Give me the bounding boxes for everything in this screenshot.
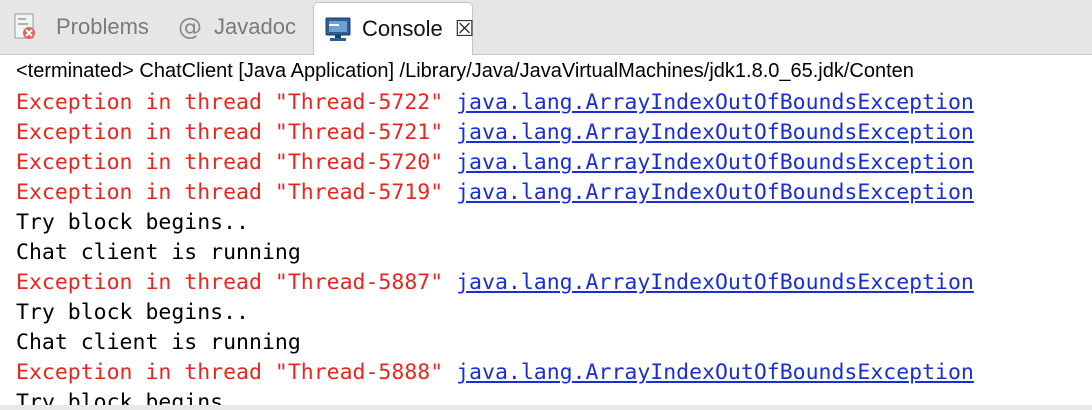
exception-message: Exception in thread "Thread-5720" — [16, 150, 457, 175]
console-error-line: Exception in thread "Thread-5888" java.l… — [16, 358, 974, 388]
exception-message: Exception in thread "Thread-5721" — [16, 120, 457, 145]
process-status-line: <terminated> ChatClient [Java Applicatio… — [16, 60, 914, 82]
tab-javadoc[interactable]: @ Javadoc — [178, 0, 296, 54]
console-output-line: Chat client is running — [16, 328, 974, 358]
exception-class-link[interactable]: java.lang.ArrayIndexOutOfBoundsException — [456, 90, 974, 115]
console-monitor-icon — [324, 16, 352, 42]
tab-console[interactable]: Console ☒ — [313, 2, 475, 55]
exception-class-link[interactable]: java.lang.ArrayIndexOutOfBoundsException — [456, 270, 974, 295]
stdout-text: Chat client is running — [16, 240, 301, 265]
console-output-line: Try block begins.. — [16, 298, 974, 328]
console-error-line: Exception in thread "Thread-5719" java.l… — [16, 178, 974, 208]
console-error-line: Exception in thread "Thread-5887" java.l… — [16, 268, 974, 298]
exception-class-link[interactable]: java.lang.ArrayIndexOutOfBoundsException — [456, 120, 974, 145]
console-output-line: Try block begins.. — [16, 388, 974, 405]
problems-icon — [14, 13, 38, 41]
tab-problems-label: Problems — [56, 14, 149, 39]
tab-javadoc-label: Javadoc — [214, 14, 296, 39]
stdout-text: Try block begins.. — [16, 210, 249, 235]
console-error-line: Exception in thread "Thread-5720" java.l… — [16, 148, 974, 178]
bottom-strip — [0, 405, 1092, 410]
stdout-text: Try block begins.. — [16, 300, 249, 325]
exception-message: Exception in thread "Thread-5722" — [16, 90, 457, 115]
exception-class-link[interactable]: java.lang.ArrayIndexOutOfBoundsException — [456, 180, 974, 205]
console-lines: Exception in thread "Thread-5722" java.l… — [16, 88, 974, 405]
stdout-text: Try block begins.. — [16, 390, 249, 405]
view-tab-bar: Problems @ Javadoc Console ☒ — [0, 0, 1092, 55]
javadoc-at-icon: @ — [178, 13, 202, 41]
exception-message: Exception in thread "Thread-5887" — [16, 270, 457, 295]
exception-class-link[interactable]: java.lang.ArrayIndexOutOfBoundsException — [456, 150, 974, 175]
console-error-line: Exception in thread "Thread-5721" java.l… — [16, 118, 974, 148]
console-output-line: Chat client is running — [16, 238, 974, 268]
tab-problems[interactable]: Problems — [14, 0, 149, 54]
exception-message: Exception in thread "Thread-5719" — [16, 180, 457, 205]
console-output-line: Try block begins.. — [16, 208, 974, 238]
exception-message: Exception in thread "Thread-5888" — [16, 360, 457, 385]
exception-class-link[interactable]: java.lang.ArrayIndexOutOfBoundsException — [456, 360, 974, 385]
console-output-pane[interactable]: <terminated> ChatClient [Java Applicatio… — [0, 55, 1092, 405]
close-tab-icon[interactable]: ☒ — [455, 17, 475, 42]
tab-console-label: Console — [362, 16, 443, 41]
console-error-line: Exception in thread "Thread-5722" java.l… — [16, 88, 974, 118]
stdout-text: Chat client is running — [16, 330, 301, 355]
